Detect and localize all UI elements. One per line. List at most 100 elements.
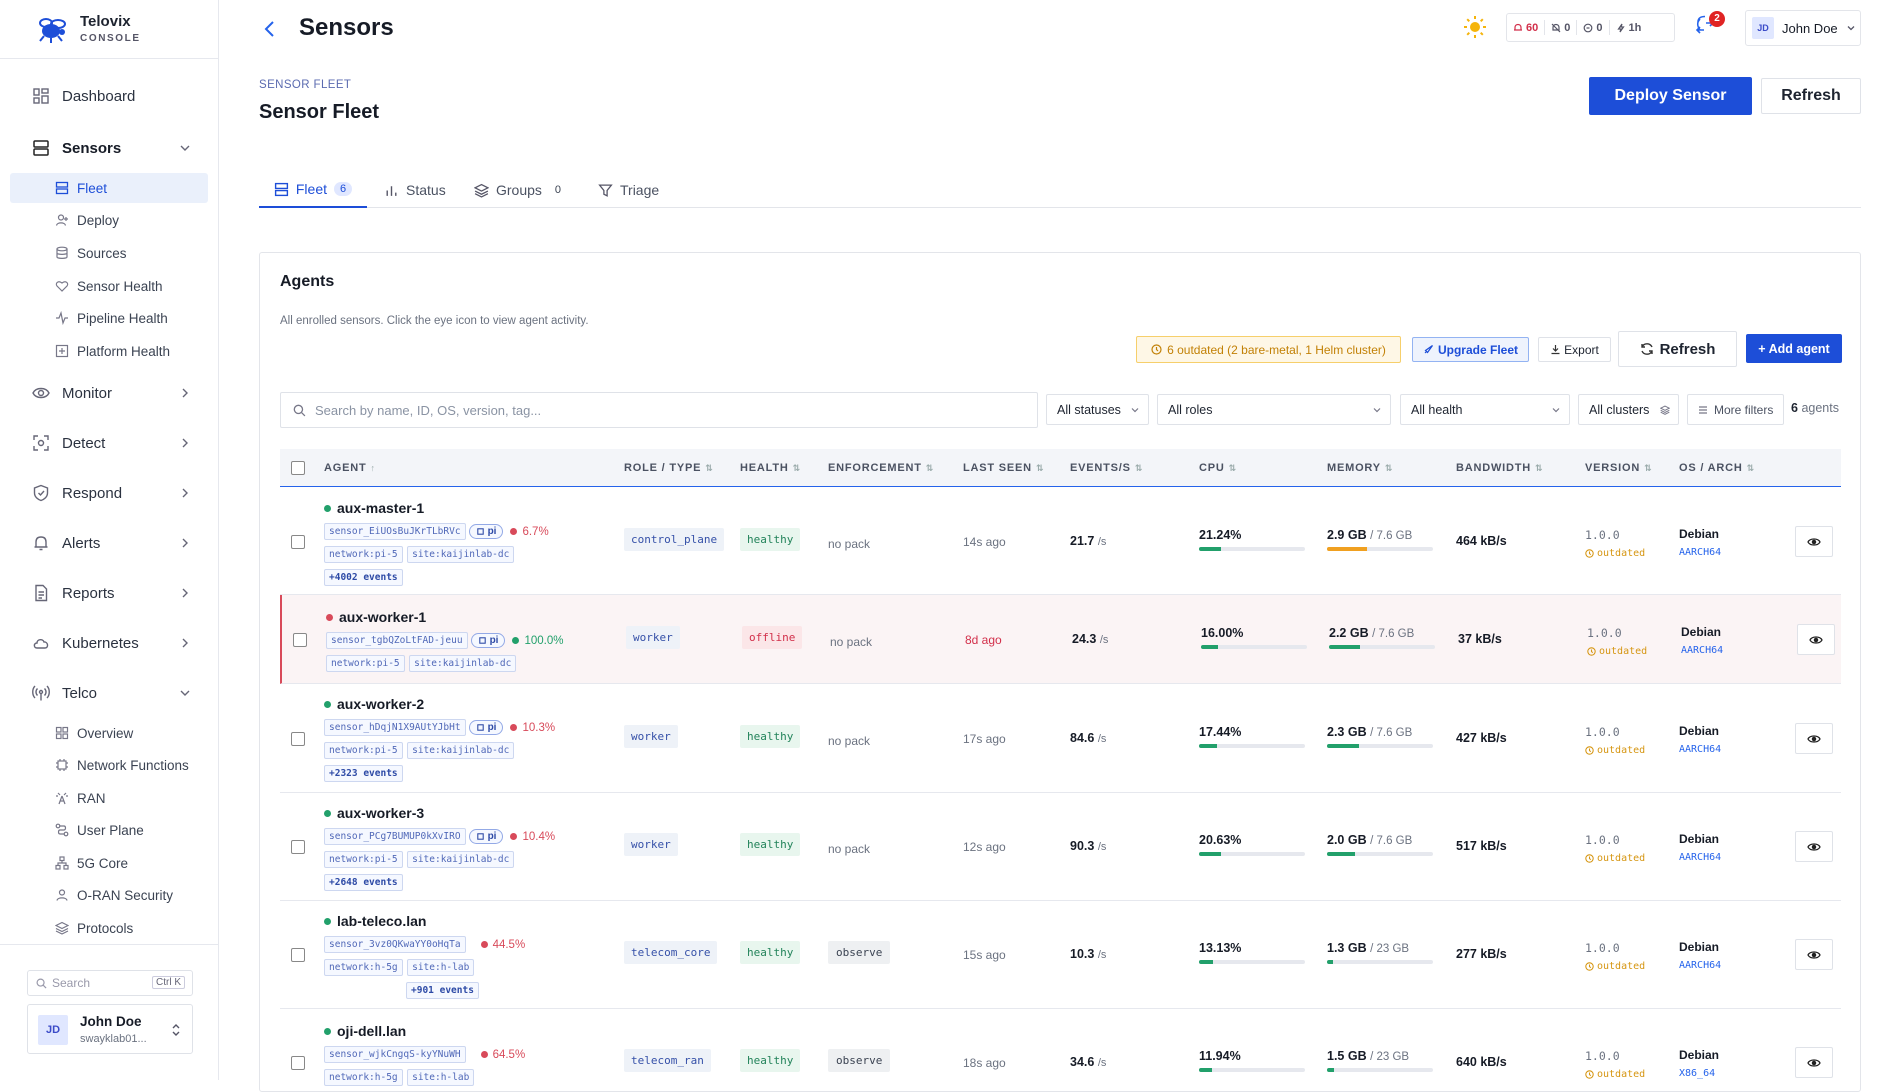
agent-tag[interactable]: site:kaijinlab-dc (409, 655, 517, 672)
agent-id[interactable]: sensor_EiUOsBuJKrTLbRVc (324, 523, 466, 540)
sidebar-item-dashboard[interactable]: Dashboard (10, 81, 210, 111)
sidebar-item-monitor[interactable]: Monitor (10, 378, 210, 408)
column-enforcement[interactable]: ENFORCEMENT ⇅ (828, 462, 934, 474)
sidebar-item-protocols[interactable]: Protocols (10, 913, 208, 943)
app-logo[interactable]: Telovix CONSOLE (36, 12, 141, 44)
agent-name[interactable]: aux-worker-2 (324, 696, 555, 712)
sidebar-search-input[interactable]: Search Ctrl K (27, 970, 193, 996)
row-checkbox[interactable] (291, 840, 305, 854)
tab-triage[interactable]: Triage (598, 172, 659, 208)
status-summary[interactable]: 60 0 0 1h (1506, 13, 1675, 42)
sidebar-item-overview[interactable]: Overview (10, 718, 208, 748)
agent-tag[interactable]: network:pi-5 (324, 546, 403, 563)
column-cpu[interactable]: CPU ⇅ (1199, 462, 1237, 474)
agent-tag[interactable]: site:kaijinlab-dc (407, 742, 515, 759)
column-memory[interactable]: MEMORY ⇅ (1327, 462, 1393, 474)
clusters-filter[interactable]: All clusters (1578, 394, 1679, 425)
sidebar-item-platform-health[interactable]: Platform Health (10, 336, 208, 366)
tab-groups[interactable]: Groups 0 (474, 172, 567, 208)
sidebar-item-sources[interactable]: Sources (10, 238, 208, 268)
sidebar-item-oran-security[interactable]: O-RAN Security (10, 880, 208, 910)
tab-fleet[interactable]: Fleet 6 (259, 172, 367, 208)
agent-search-input[interactable]: Search by name, ID, OS, version, tag... (280, 392, 1038, 428)
sidebar-item-deploy[interactable]: Deploy (10, 205, 208, 235)
column-last-seen[interactable]: LAST SEEN ⇅ (963, 462, 1044, 474)
agent-tag[interactable]: site:h-lab (407, 1069, 475, 1086)
agent-name[interactable]: aux-worker-3 (324, 805, 555, 821)
column-version[interactable]: VERSION ⇅ (1585, 462, 1652, 474)
sidebar-item-5g-core[interactable]: 5G Core (10, 848, 208, 878)
sidebar-item-detect[interactable]: Detect (10, 428, 210, 458)
view-activity-button[interactable] (1795, 939, 1833, 970)
column-bandwidth[interactable]: BANDWIDTH ⇅ (1456, 462, 1543, 474)
row-checkbox[interactable] (291, 1056, 305, 1070)
sidebar-item-respond[interactable]: Respond (10, 478, 210, 508)
tab-status[interactable]: Status (384, 172, 446, 208)
sidebar-item-telco[interactable]: Telco (10, 678, 210, 708)
events-link[interactable]: +901 events (406, 982, 479, 999)
column-role[interactable]: ROLE / TYPE ⇅ (624, 462, 714, 474)
agent-tag[interactable]: site:kaijinlab-dc (407, 546, 515, 563)
sidebar-item-sensors[interactable]: Sensors (10, 133, 210, 163)
view-activity-button[interactable] (1795, 831, 1833, 862)
outdated-warning[interactable]: 6 outdated (2 bare-metal, 1 Helm cluster… (1136, 336, 1401, 363)
table-row[interactable]: aux-worker-2 sensor_hDqjN1X9AUtYJbHt pi 1… (280, 684, 1841, 793)
view-activity-button[interactable] (1795, 1047, 1833, 1078)
chevron-down-icon[interactable] (178, 141, 192, 155)
sidebar-item-network-functions[interactable]: Network Functions (10, 750, 208, 780)
sidebar-item-user-plane[interactable]: User Plane (10, 815, 208, 845)
column-agent[interactable]: AGENT ↑ (324, 462, 376, 474)
table-row[interactable]: aux-master-1 sensor_EiUOsBuJKrTLbRVc pi 6… (280, 488, 1841, 595)
user-switcher[interactable]: JD John Doe swayklab01... (27, 1004, 193, 1054)
user-menu[interactable]: JD John Doe (1745, 10, 1861, 46)
events-link[interactable]: +4002 events (324, 569, 403, 586)
sidebar-item-pipeline-health[interactable]: Pipeline Health (10, 303, 208, 333)
sun-icon[interactable] (1463, 15, 1487, 39)
agent-name[interactable]: lab-teleco.lan (324, 913, 525, 929)
agent-name[interactable]: aux-worker-1 (326, 609, 563, 625)
agent-tag[interactable]: network:h-5g (324, 1069, 403, 1086)
more-filters-button[interactable]: More filters (1687, 394, 1784, 425)
table-row[interactable]: lab-teleco.lan sensor_3vz0QKwaYY0oHqTa 44… (280, 901, 1841, 1009)
export-button[interactable]: Export (1538, 337, 1611, 362)
select-all-checkbox[interactable] (291, 461, 305, 475)
agent-tag[interactable]: site:h-lab (407, 959, 475, 976)
sidebar-item-kubernetes[interactable]: Kubernetes (10, 628, 210, 658)
agent-tag[interactable]: network:pi-5 (326, 655, 405, 672)
agent-id[interactable]: sensor_hDqjN1X9AUtYJbHt (324, 719, 466, 736)
sidebar-item-alerts[interactable]: Alerts (10, 528, 210, 558)
sidebar-item-fleet[interactable]: Fleet (10, 173, 208, 203)
agents-refresh-button[interactable]: Refresh (1618, 331, 1737, 367)
events-link[interactable]: +2648 events (324, 874, 403, 891)
view-activity-button[interactable] (1795, 723, 1833, 754)
roles-filter[interactable]: All roles (1157, 394, 1391, 425)
health-filter[interactable]: All health (1400, 394, 1570, 425)
status-filter[interactable]: All statuses (1046, 394, 1149, 425)
row-checkbox[interactable] (293, 633, 307, 647)
column-events[interactable]: EVENTS/S ⇅ (1070, 462, 1143, 474)
view-activity-button[interactable] (1797, 624, 1835, 655)
column-os-arch[interactable]: OS / ARCH ⇅ (1679, 462, 1755, 474)
events-link[interactable]: +2323 events (324, 765, 403, 782)
table-row[interactable]: aux-worker-3 sensor_PCg7BUMUP0kXvIRO pi 1… (280, 793, 1841, 901)
agent-tag[interactable]: network:pi-5 (324, 742, 403, 759)
agent-id[interactable]: sensor_3vz0QKwaYY0oHqTa (324, 936, 466, 953)
agent-tag[interactable]: network:pi-5 (324, 851, 403, 868)
agent-name[interactable]: aux-master-1 (324, 500, 549, 516)
agent-id[interactable]: sensor_PCg7BUMUP0kXvIRO (324, 828, 466, 845)
refresh-button[interactable]: Refresh (1761, 78, 1861, 114)
column-health[interactable]: HEALTH ⇅ (740, 462, 801, 474)
row-checkbox[interactable] (291, 948, 305, 962)
view-activity-button[interactable] (1795, 526, 1833, 557)
agent-tag[interactable]: site:kaijinlab-dc (407, 851, 515, 868)
upgrade-fleet-button[interactable]: Upgrade Fleet (1412, 337, 1529, 362)
sidebar-item-ran[interactable]: RAN (10, 783, 208, 813)
row-checkbox[interactable] (291, 535, 305, 549)
add-agent-button[interactable]: + Add agent (1746, 334, 1842, 363)
sidebar-item-sensor-health[interactable]: Sensor Health (10, 271, 208, 301)
agent-tag[interactable]: network:h-5g (324, 959, 403, 976)
back-arrow-icon[interactable] (259, 18, 281, 40)
row-checkbox[interactable] (291, 732, 305, 746)
table-row[interactable]: aux-worker-1 sensor_tgbQZoLtFAD-jeuu pi 1… (280, 595, 1841, 684)
sidebar-item-reports[interactable]: Reports (10, 578, 210, 608)
